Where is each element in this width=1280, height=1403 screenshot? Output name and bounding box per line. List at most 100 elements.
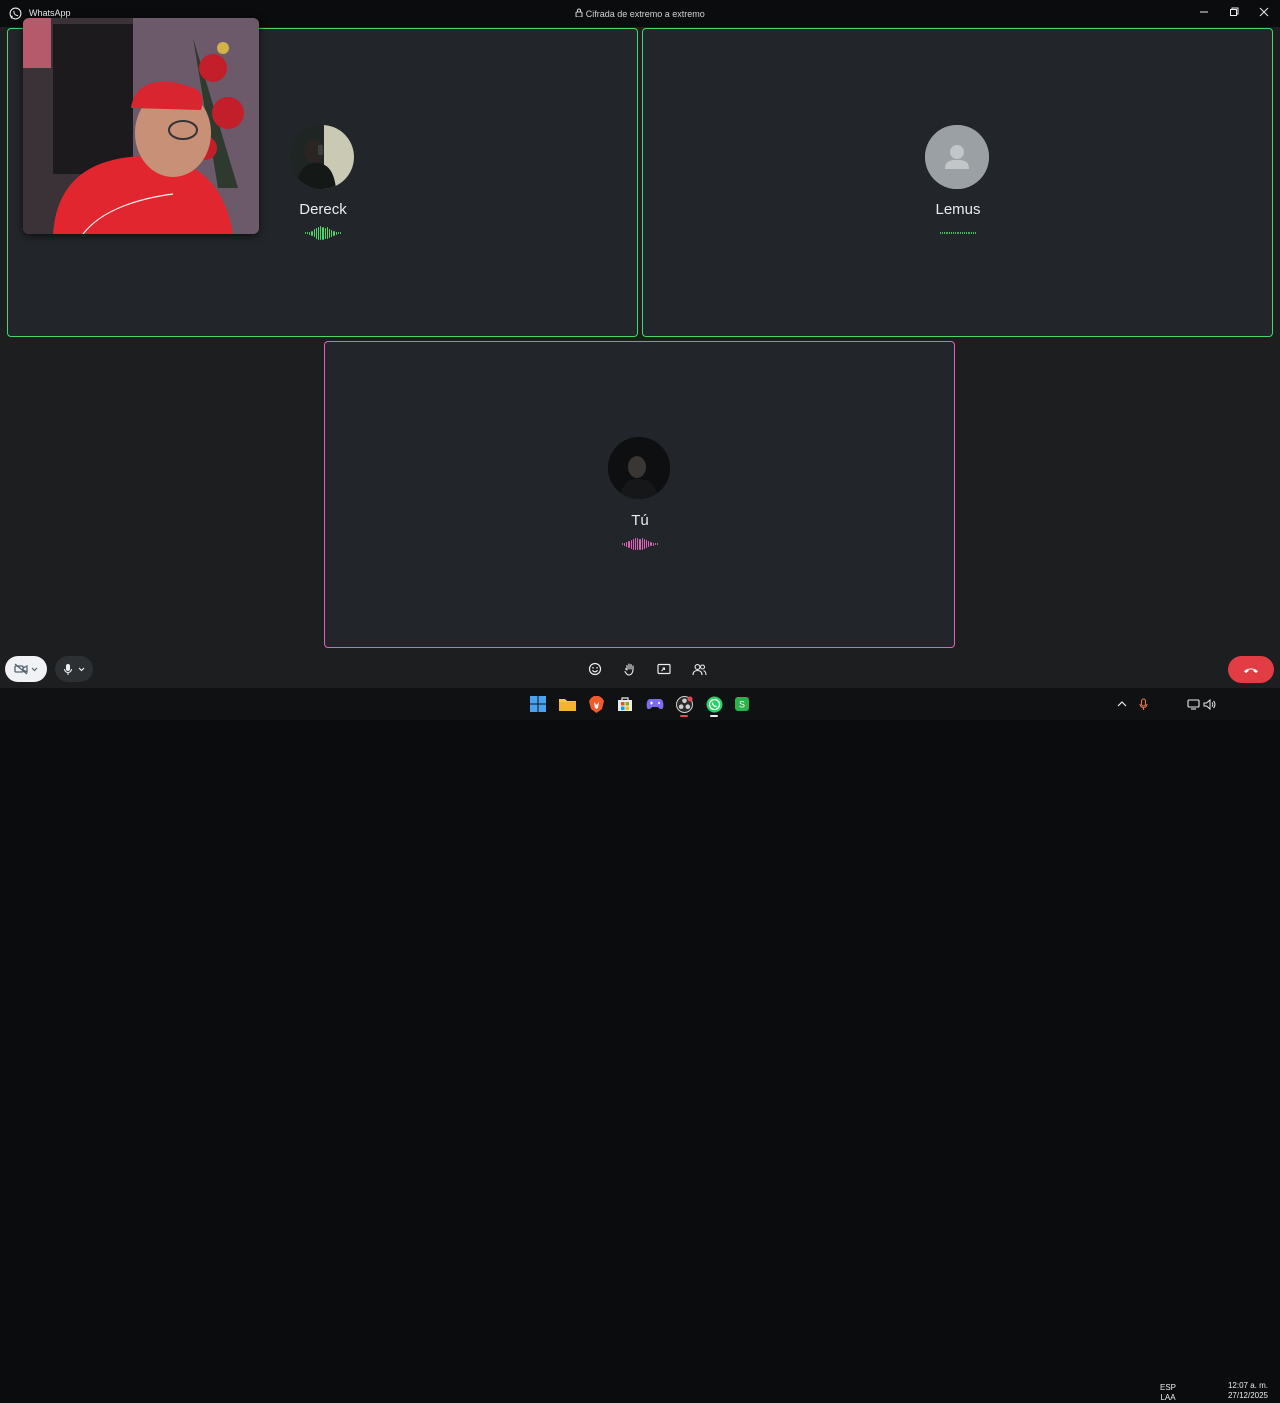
wave-bar bbox=[339, 232, 342, 234]
running-indicator bbox=[680, 715, 688, 717]
taskbar-whatsapp[interactable] bbox=[705, 695, 723, 717]
wave-bar bbox=[948, 232, 950, 234]
wave-bar bbox=[307, 232, 309, 234]
audio-wave-indicator bbox=[605, 537, 675, 551]
wave-bar bbox=[963, 232, 966, 234]
avatar bbox=[290, 125, 354, 189]
audio-wave-indicator bbox=[923, 226, 993, 240]
taskbar-obs[interactable] bbox=[675, 695, 693, 717]
self-video-preview[interactable] bbox=[23, 18, 259, 234]
participant-name: Tú bbox=[631, 512, 649, 529]
wave-bar bbox=[955, 232, 957, 234]
svg-text:S: S bbox=[739, 700, 745, 710]
wave-bar bbox=[961, 232, 963, 234]
microphone-in-use-icon bbox=[1138, 697, 1148, 710]
wave-bar bbox=[318, 226, 320, 240]
wave-bar bbox=[656, 543, 659, 545]
microsoft-store-icon bbox=[618, 697, 632, 711]
audio-wave-indicator bbox=[288, 226, 358, 240]
active-indicator bbox=[710, 715, 718, 717]
share-screen-button[interactable] bbox=[656, 661, 672, 677]
chevron-down-icon[interactable] bbox=[78, 667, 85, 672]
end-call-button[interactable] bbox=[1228, 656, 1274, 683]
wave-bar bbox=[645, 540, 648, 548]
default-avatar-icon bbox=[925, 125, 989, 189]
wave-bar bbox=[628, 540, 630, 548]
add-participant-button[interactable] bbox=[691, 661, 707, 677]
encryption-text: Cifrada de extremo a extremo bbox=[585, 8, 705, 19]
lock-icon bbox=[575, 8, 583, 19]
system-clock[interactable]: 12:07 a. m. 27/12/2025 bbox=[1220, 1381, 1268, 1401]
wave-bar bbox=[968, 232, 970, 234]
wave-bar bbox=[944, 232, 946, 234]
wave-bar bbox=[970, 232, 972, 234]
tray-microphone[interactable] bbox=[1134, 695, 1152, 713]
file-explorer-icon bbox=[558, 699, 576, 711]
wave-bar bbox=[641, 538, 643, 550]
raise-hand-icon bbox=[624, 663, 634, 676]
avatar bbox=[608, 437, 670, 499]
close-button[interactable] bbox=[1253, 3, 1275, 21]
taskbar-app[interactable]: S bbox=[733, 695, 751, 713]
taskbar-file-explorer[interactable] bbox=[558, 695, 576, 713]
participant-tile-self[interactable]: Tú bbox=[324, 341, 955, 648]
wave-bar bbox=[946, 232, 948, 234]
wave-bar bbox=[333, 230, 335, 236]
wave-bar bbox=[966, 232, 968, 234]
wave-bar bbox=[972, 232, 974, 234]
video-off-icon bbox=[14, 663, 28, 675]
wave-bar bbox=[337, 232, 339, 234]
wave-bar bbox=[621, 543, 624, 545]
wave-bar bbox=[328, 228, 331, 238]
tray-volume[interactable] bbox=[1200, 695, 1218, 713]
wave-bar bbox=[313, 229, 315, 237]
whatsapp-icon bbox=[706, 696, 722, 712]
game-controller-icon bbox=[646, 699, 664, 710]
wave-bar bbox=[309, 231, 311, 235]
tray-overflow-button[interactable] bbox=[1113, 695, 1131, 713]
wave-bar bbox=[650, 542, 652, 546]
speaker-icon bbox=[1203, 698, 1215, 710]
emoji-reaction-button[interactable] bbox=[587, 661, 603, 677]
input-language[interactable]: ESP LAA bbox=[1158, 1383, 1178, 1403]
windows-start-button[interactable] bbox=[529, 695, 547, 713]
microphone-toggle-button[interactable] bbox=[55, 656, 93, 682]
chevron-up-icon bbox=[1117, 701, 1127, 707]
wave-bar bbox=[304, 232, 307, 234]
add-participant-icon bbox=[691, 663, 707, 675]
restore-button[interactable] bbox=[1223, 3, 1245, 21]
participant-tile-lemus[interactable]: Lemus bbox=[642, 28, 1273, 337]
taskbar-store[interactable] bbox=[616, 695, 634, 713]
wave-bar bbox=[974, 232, 977, 234]
minimize-button[interactable] bbox=[1193, 3, 1215, 21]
chevron-down-icon[interactable] bbox=[31, 667, 38, 672]
end-call-icon bbox=[1244, 668, 1258, 673]
wave-bar bbox=[648, 541, 650, 547]
obs-icon bbox=[675, 695, 693, 713]
wave-bar bbox=[331, 229, 333, 237]
camera-toggle-button[interactable] bbox=[5, 656, 47, 682]
taskbar-brave[interactable] bbox=[587, 695, 605, 713]
emoji-icon bbox=[588, 662, 602, 676]
wave-bar bbox=[320, 226, 322, 240]
wave-bar bbox=[959, 232, 961, 234]
wave-bar bbox=[630, 539, 632, 549]
wave-bar bbox=[654, 543, 656, 545]
brave-browser-icon bbox=[588, 695, 604, 713]
microphone-icon bbox=[63, 663, 73, 675]
wave-bar bbox=[950, 232, 953, 234]
call-controls bbox=[0, 650, 1280, 688]
wave-bar bbox=[652, 542, 654, 546]
wave-bar bbox=[637, 538, 639, 550]
wave-bar bbox=[326, 227, 328, 239]
participant-name: Lemus bbox=[935, 201, 981, 218]
taskbar-game[interactable] bbox=[646, 695, 664, 713]
wave-bar bbox=[639, 538, 641, 550]
share-screen-icon bbox=[657, 663, 671, 674]
wave-bar bbox=[957, 232, 959, 234]
windows-taskbar: S ESP LAA 12:07 a. m. 27/12/2025 bbox=[0, 688, 1280, 1402]
raise-hand-button[interactable] bbox=[622, 661, 638, 677]
wave-bar bbox=[632, 538, 635, 550]
wave-bar bbox=[624, 542, 626, 546]
wave-bar bbox=[322, 226, 324, 240]
